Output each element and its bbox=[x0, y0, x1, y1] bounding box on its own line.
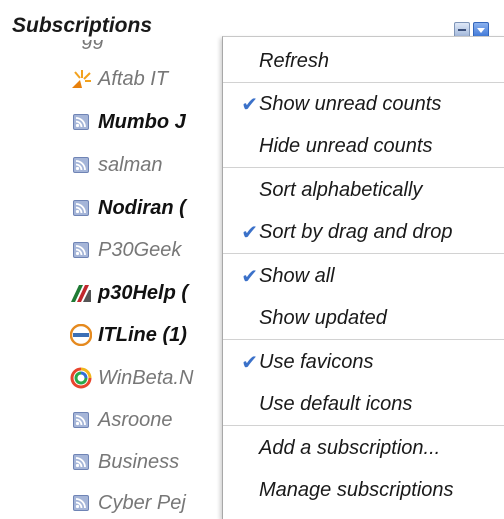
rss-feed-icon bbox=[70, 451, 92, 473]
menu-item-hide-unread-counts[interactable]: Hide unread counts bbox=[223, 129, 504, 163]
rss-feed-icon bbox=[70, 492, 92, 514]
menu-item-use-default-icons[interactable]: Use default icons bbox=[223, 387, 504, 421]
menu-item-label: Show updated bbox=[259, 306, 387, 329]
subscription-label: ITLine (1) bbox=[98, 323, 187, 346]
menu-separator bbox=[223, 339, 504, 340]
subscription-label: Business bbox=[98, 450, 180, 473]
subscription-label: P30Geek bbox=[98, 238, 182, 261]
rss-feed-icon bbox=[70, 154, 92, 176]
menu-item-use-favicons[interactable]: ✔ Use favicons bbox=[223, 345, 504, 379]
subscriptions-options-menu: Refresh ✔ Show unread counts Hide unread… bbox=[222, 36, 504, 519]
menu-item-show-updated[interactable]: Show updated bbox=[223, 301, 504, 335]
checkmark-icon: ✔ bbox=[241, 351, 258, 374]
menu-separator bbox=[223, 253, 504, 254]
checkmark-icon: ✔ bbox=[241, 93, 258, 116]
menu-item-show-all[interactable]: ✔ Show all bbox=[223, 259, 504, 293]
winbeta-favicon-icon bbox=[70, 367, 92, 389]
subscription-label: Mumbo J bbox=[98, 110, 186, 133]
menu-item-label: Use favicons bbox=[259, 350, 374, 373]
menu-item-label: Sort by drag and drop bbox=[259, 220, 453, 243]
menu-item-label: Use default icons bbox=[259, 392, 413, 415]
subscription-label: Nodiran ( bbox=[98, 196, 186, 219]
subscription-label: Cyber Pej bbox=[98, 491, 186, 514]
aftab-favicon-icon bbox=[70, 68, 92, 90]
subscription-label: Asroone bbox=[98, 408, 173, 431]
menu-item-label: Sort alphabetically bbox=[259, 178, 423, 201]
menu-item-label: Manage subscriptions bbox=[259, 478, 454, 501]
subscription-label: salman bbox=[98, 153, 163, 176]
menu-item-label: Show unread counts bbox=[259, 92, 442, 115]
subscription-label: Aftab IT bbox=[98, 67, 169, 90]
subscription-label: p30Help ( bbox=[98, 281, 189, 304]
menu-item-label: Add a subscription... bbox=[259, 436, 441, 459]
menu-separator bbox=[223, 425, 504, 426]
rss-feed-icon bbox=[70, 239, 92, 261]
menu-item-label: Show all bbox=[259, 264, 335, 287]
scrolled-item-fragment: gg bbox=[82, 40, 142, 54]
rss-feed-icon bbox=[70, 111, 92, 133]
menu-separator bbox=[223, 82, 504, 83]
subscription-label: WinBeta.N bbox=[98, 366, 194, 389]
menu-separator bbox=[223, 167, 504, 168]
menu-item-label: Refresh bbox=[259, 49, 330, 72]
menu-item-label: Hide unread counts bbox=[259, 134, 433, 157]
checkmark-icon: ✔ bbox=[241, 265, 258, 288]
rss-feed-icon bbox=[70, 197, 92, 219]
menu-item-sort-alphabetically[interactable]: Sort alphabetically bbox=[223, 173, 504, 207]
checkmark-icon: ✔ bbox=[241, 221, 258, 244]
menu-item-show-unread-counts[interactable]: ✔ Show unread counts bbox=[223, 87, 504, 121]
p30help-favicon-icon bbox=[70, 282, 92, 304]
menu-item-add-subscription[interactable]: Add a subscription... bbox=[223, 431, 504, 465]
itline-favicon-icon bbox=[70, 324, 92, 346]
menu-item-sort-drag-and-drop[interactable]: ✔ Sort by drag and drop bbox=[223, 215, 504, 249]
menu-item-refresh[interactable]: Refresh bbox=[223, 44, 504, 78]
rss-feed-icon bbox=[70, 409, 92, 431]
menu-item-manage-subscriptions[interactable]: Manage subscriptions bbox=[223, 473, 504, 507]
